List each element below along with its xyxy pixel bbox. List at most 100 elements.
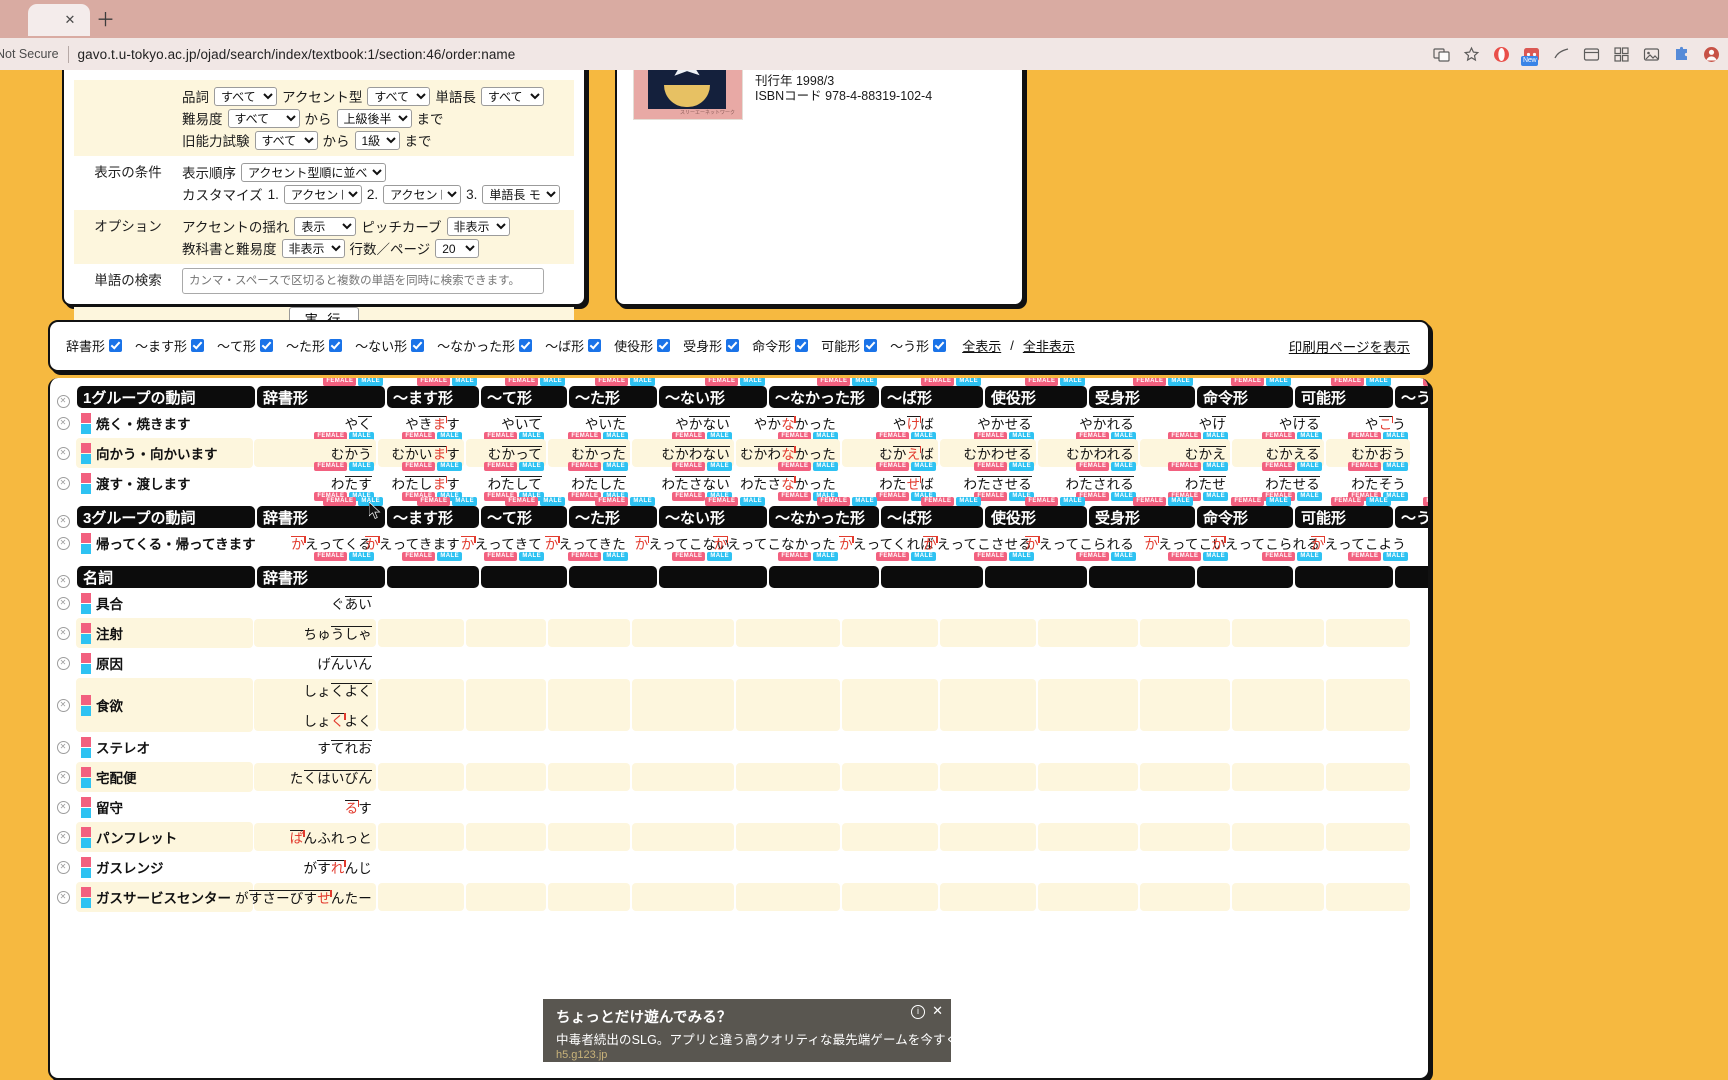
remove-icon[interactable]: ✕ <box>56 596 70 610</box>
conjugation-cell[interactable] <box>378 853 464 881</box>
star-icon[interactable] <box>1463 46 1480 63</box>
checkbox-checked-icon[interactable] <box>933 339 947 352</box>
conjugation-cell[interactable] <box>548 649 630 677</box>
word-length-select[interactable]: すべて <box>480 86 544 106</box>
remove-icon[interactable]: ✕ <box>56 890 70 904</box>
conjugation-cell[interactable] <box>1326 619 1410 647</box>
conjugation-cell[interactable]: やけば FEMALE MALE <box>842 409 938 441</box>
conjugation-cell[interactable] <box>1232 679 1324 731</box>
female-audio-button[interactable] <box>81 766 91 777</box>
customize-2-select[interactable]: アクセント <box>383 184 462 204</box>
conjugation-cell[interactable]: すてれお <box>254 733 376 761</box>
conjugation-cell[interactable] <box>1038 649 1138 677</box>
conjugation-cell[interactable] <box>736 823 840 851</box>
male-audio-tag[interactable]: MALE <box>1366 378 1391 386</box>
conjugation-cell[interactable] <box>842 793 938 821</box>
conjugation-cell[interactable] <box>736 853 840 881</box>
conjugation-cell[interactable]: むかいます FEMALE MALE <box>378 439 464 471</box>
conjugation-cell[interactable]: わたせ FEMALE MALE <box>1140 469 1230 501</box>
remove-icon[interactable]: ✕ <box>56 698 70 712</box>
female-audio-tag[interactable]: FEMALE <box>1025 497 1059 506</box>
male-audio-button[interactable] <box>81 897 91 908</box>
conjugation-cell[interactable] <box>1038 589 1138 617</box>
conjugation-cell[interactable] <box>632 823 734 851</box>
conjugation-checkbox-10[interactable]: 可能形 <box>821 336 878 355</box>
conjugation-cell[interactable]: ぐあい <box>254 589 376 617</box>
remove-icon[interactable]: ✕ <box>56 476 70 490</box>
conjugation-cell[interactable] <box>466 589 546 617</box>
conjugation-cell[interactable] <box>940 619 1036 647</box>
conjugation-cell[interactable] <box>466 853 546 881</box>
conjugation-cell[interactable]: わたす FEMALE MALE <box>254 469 376 501</box>
female-audio-button[interactable] <box>81 736 91 747</box>
female-audio-tag[interactable]: FEMALE <box>705 378 739 386</box>
conjugation-cell[interactable] <box>632 733 734 761</box>
conjugation-cell[interactable] <box>1038 763 1138 791</box>
conjugation-cell[interactable]: やいた FEMALE MALE <box>548 409 630 441</box>
male-audio-tag[interactable]: MALE <box>1266 378 1291 386</box>
conjugation-cell[interactable] <box>1140 823 1230 851</box>
conjugation-cell[interactable] <box>1232 823 1324 851</box>
conjugation-cell[interactable] <box>378 733 464 761</box>
female-audio-tag[interactable]: FEMALE <box>417 497 451 506</box>
conjugation-checkbox-7[interactable]: 使役形 <box>614 336 671 355</box>
conjugation-cell[interactable] <box>1038 793 1138 821</box>
conjugation-cell[interactable] <box>548 853 630 881</box>
conjugation-cell[interactable] <box>1232 763 1324 791</box>
female-audio-button[interactable] <box>81 622 91 633</box>
show-all-link[interactable]: 全表示 <box>962 336 1001 355</box>
male-audio-tag[interactable]: MALE <box>1060 497 1085 506</box>
female-audio-tag[interactable]: FEMALE <box>505 378 539 386</box>
music-icon[interactable] <box>1553 46 1570 63</box>
conjugation-cell[interactable]: やける FEMALE MALE <box>1232 409 1324 441</box>
conjugation-cell[interactable]: むかって FEMALE MALE <box>466 439 546 471</box>
rows-per-page-select[interactable]: 20 <box>435 238 480 258</box>
conjugation-cell[interactable] <box>632 763 734 791</box>
conjugation-cell[interactable] <box>1232 589 1324 617</box>
male-audio-tag[interactable]: MALE <box>1168 378 1193 386</box>
conjugation-checkbox-9[interactable]: 命令形 <box>752 336 809 355</box>
male-audio-button[interactable] <box>81 603 91 614</box>
conjugation-cell[interactable] <box>378 649 464 677</box>
male-audio-tag[interactable]: MALE <box>956 378 981 386</box>
conjugation-cell[interactable]: わたせば FEMALE MALE <box>842 469 938 501</box>
conjugation-cell[interactable] <box>1140 679 1230 731</box>
conjugation-cell[interactable] <box>548 763 630 791</box>
conjugation-cell[interactable] <box>736 733 840 761</box>
conjugation-cell[interactable] <box>466 823 546 851</box>
conjugation-cell[interactable] <box>548 793 630 821</box>
conjugation-cell[interactable] <box>1140 589 1230 617</box>
conjugation-cell[interactable]: かえってこよう FEMALE MALE <box>1310 529 1410 561</box>
conjugation-cell[interactable]: ちゅうしゃ <box>254 619 376 647</box>
conjugation-cell[interactable]: むかおう FEMALE MALE <box>1326 439 1410 471</box>
conjugation-cell[interactable]: やかせる FEMALE MALE <box>940 409 1036 441</box>
conjugation-checkbox-0[interactable]: 辞書形 <box>66 336 123 355</box>
new-tab-icon[interactable]: ＋ <box>96 11 115 30</box>
female-audio-button[interactable] <box>81 532 91 543</box>
female-audio-tag[interactable]: FEMALE <box>1231 378 1265 386</box>
conjugation-cell[interactable] <box>632 853 734 881</box>
conjugation-cell[interactable] <box>632 883 734 911</box>
conjugation-cell[interactable] <box>632 793 734 821</box>
conjugation-cell[interactable]: わたせる FEMALE MALE <box>1232 469 1324 501</box>
conjugation-cell[interactable]: むかわせる FEMALE MALE <box>940 439 1036 471</box>
conjugation-cell[interactable] <box>466 733 546 761</box>
conjugation-cell[interactable] <box>1140 763 1230 791</box>
conjugation-cell[interactable]: わたそう FEMALE MALE <box>1326 469 1410 501</box>
opera-icon[interactable] <box>1493 46 1510 63</box>
conjugation-cell[interactable] <box>1038 823 1138 851</box>
female-audio-tag[interactable]: FEMALE <box>1423 497 1428 506</box>
male-audio-tag[interactable]: MALE <box>1266 497 1291 506</box>
male-audio-button[interactable] <box>81 837 91 848</box>
close-tab-icon[interactable]: ✕ <box>64 13 76 26</box>
conjugation-cell[interactable] <box>466 649 546 677</box>
conjugation-cell[interactable] <box>842 823 938 851</box>
conjugation-cell[interactable] <box>1232 853 1324 881</box>
remove-icon[interactable]: ✕ <box>56 395 70 408</box>
conjugation-cell[interactable]: かえってこられる FEMALE MALE <box>1025 529 1138 561</box>
conjugation-cell[interactable] <box>736 679 840 731</box>
pos-select[interactable]: すべて <box>214 86 277 106</box>
female-audio-button[interactable] <box>81 472 91 483</box>
female-audio-button[interactable] <box>81 652 91 663</box>
conjugation-cell[interactable]: やけ FEMALE MALE <box>1140 409 1230 441</box>
